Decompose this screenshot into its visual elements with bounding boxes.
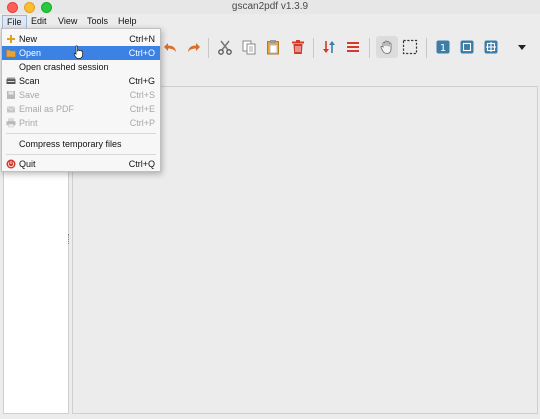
toolbar-separator [313,38,314,58]
app-window: gscan2pdf v1.3.9 File Edit View Tools He… [0,0,540,419]
menu-item-email-as-pdf[interactable]: Email as PDF Ctrl+E [2,102,160,116]
pane-splitter-handle[interactable] [68,234,71,244]
copy-icon[interactable] [241,39,257,55]
menu-help[interactable]: Help [118,16,137,26]
email-icon [6,106,16,113]
menu-item-shortcut: Ctrl+O [128,48,155,58]
plus-icon [7,35,15,43]
menu-item-new[interactable]: New Ctrl+N [2,32,160,46]
folder-open-icon [6,49,16,58]
menu-separator [6,154,156,155]
svg-text:1: 1 [440,43,446,54]
menu-tools[interactable]: Tools [87,16,108,26]
menu-item-label: Compress temporary files [19,139,122,149]
menu-separator [6,133,156,134]
menu-item-shortcut: Ctrl+N [129,34,155,44]
menu-item-save[interactable]: Save Ctrl+S [2,88,160,102]
menu-item-label: Open crashed session [19,62,109,72]
menu-item-label: Save [19,90,40,100]
cut-icon[interactable] [217,39,233,55]
title-bar: gscan2pdf v1.3.9 [0,0,540,14]
save-icon [7,91,15,99]
menu-item-shortcut: Ctrl+Q [128,159,155,169]
toolbar-separator [369,38,370,58]
menu-item-label: New [19,34,38,44]
zoom-fit-icon[interactable] [459,39,475,55]
printer-icon [6,118,16,128]
sort-icon[interactable] [321,39,337,55]
menu-item-open-crashed-session[interactable]: Open crashed session [2,60,160,74]
menu-item-shortcut: Ctrl+S [129,90,155,100]
scanner-icon [6,77,16,84]
mouse-pointer-icon [73,45,83,59]
hand-icon [380,40,392,54]
undo-icon[interactable] [163,39,179,55]
menu-item-shortcut: Ctrl+E [129,104,155,114]
menu-edit[interactable]: Edit [31,16,47,26]
zoom-100-icon[interactable]: 1 [435,39,451,55]
window-title: gscan2pdf v1.3.9 [231,1,309,12]
menu-item-label: Scan [19,76,40,86]
menu-file[interactable]: File [2,15,27,29]
toolbar-separator [208,38,209,58]
menu-item-label: Open [19,48,42,58]
menu-item-shortcut: Ctrl+G [128,76,155,86]
zoom-in-icon[interactable] [483,39,499,55]
paste-icon[interactable] [265,39,281,55]
marquee-select-icon[interactable] [402,39,418,55]
menu-item-compress-temporary-files[interactable]: Compress temporary files [2,137,160,151]
delete-icon[interactable] [290,39,306,55]
redo-icon[interactable] [185,39,201,55]
menu-view[interactable]: View [58,16,77,26]
menu-item-label: Email as PDF [19,104,75,114]
menu-item-scan[interactable]: Scan Ctrl+G [2,74,160,88]
toolbar-separator [426,38,427,58]
quit-icon [6,159,16,169]
select-all-icon[interactable] [345,39,361,55]
menu-item-print[interactable]: Print Ctrl+P [2,116,160,130]
hand-tool-button[interactable] [376,36,398,58]
menu-item-label: Print [19,118,38,128]
menubar: File Edit View Tools Help [0,15,540,29]
menu-item-shortcut: Ctrl+P [129,118,155,128]
menu-item-quit[interactable]: Quit Ctrl+Q [2,157,160,171]
overflow-arrow-icon[interactable] [514,39,530,55]
menu-item-label: Quit [19,159,36,169]
